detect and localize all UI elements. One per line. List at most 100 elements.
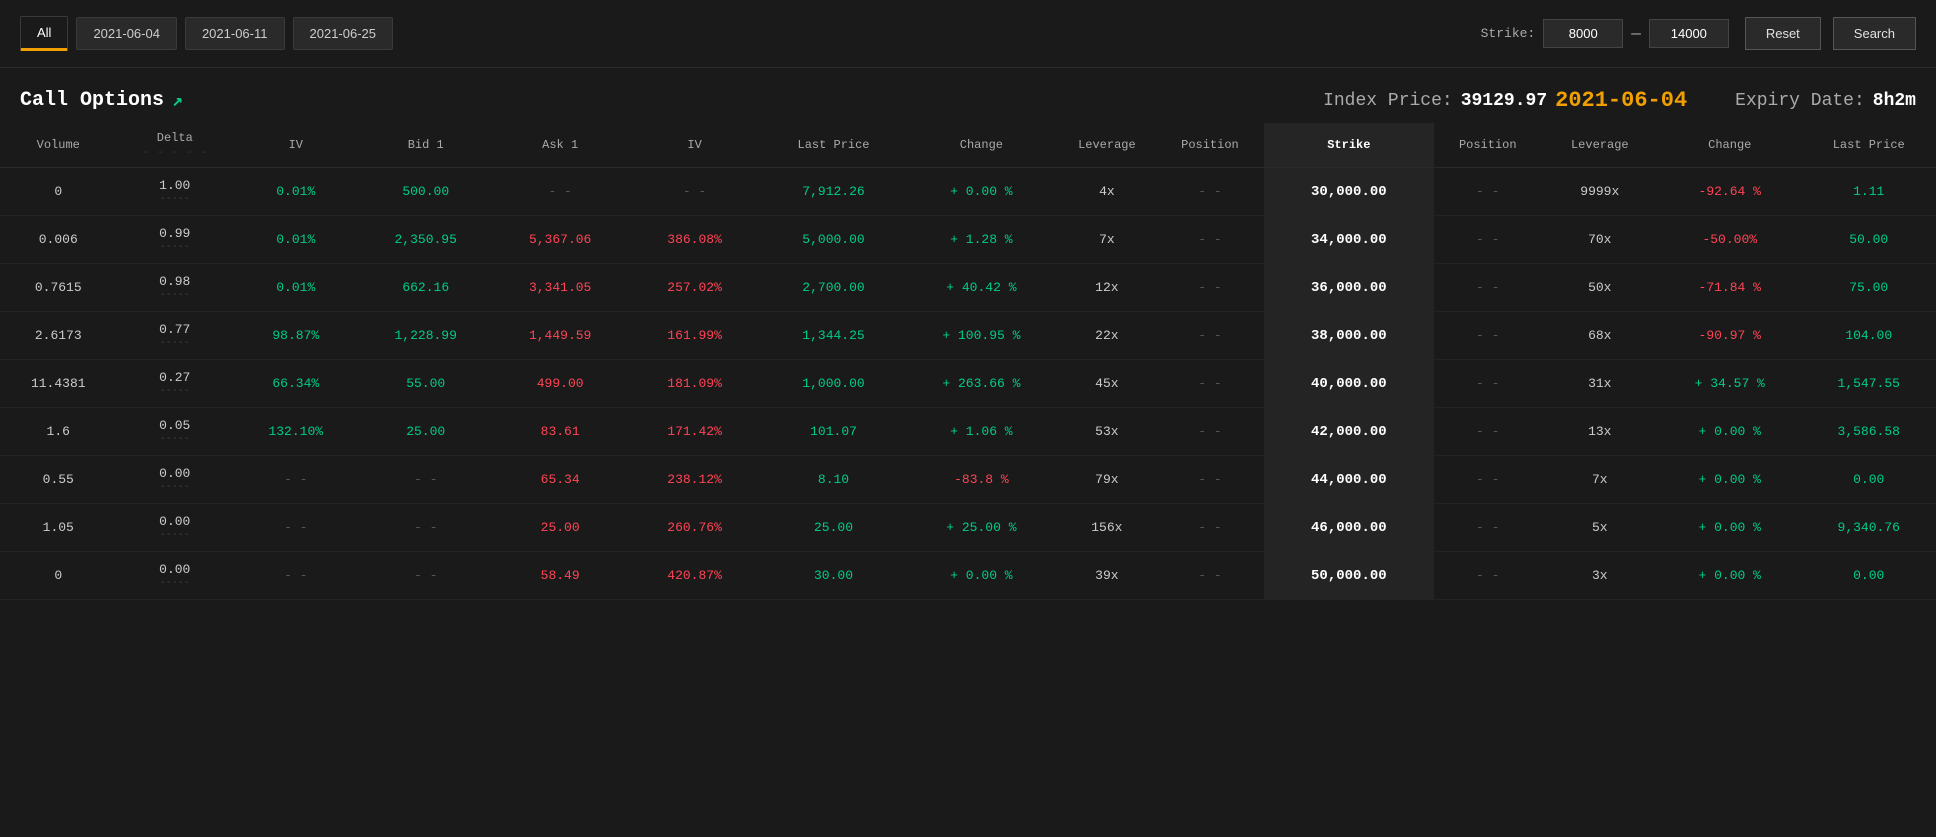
arrow-up-icon: ↗ [172, 90, 183, 112]
cell-bid1: - - [359, 456, 493, 504]
options-table: Volume Delta- - - - - IV Bid 1 Ask 1 IV … [0, 123, 1936, 600]
cell-change1: + 0.00 % [905, 168, 1057, 216]
cell-bid1: - - [359, 504, 493, 552]
cell-change2: + 0.00 % [1658, 408, 1801, 456]
cell-position2: - - [1434, 168, 1542, 216]
cell-change1: + 1.06 % [905, 408, 1057, 456]
cell-ask1: - - [493, 168, 627, 216]
cell-change1: + 263.66 % [905, 360, 1057, 408]
cell-position1: - - [1156, 168, 1264, 216]
cell-position2: - - [1434, 216, 1542, 264]
call-options-label: Call Options [20, 89, 164, 112]
cell-delta: 0.99 ----- [117, 216, 234, 264]
index-price-value: 39129.97 [1461, 91, 1547, 111]
cell-strike: 44,000.00 [1264, 456, 1434, 504]
index-price-label: Index Price: [1323, 91, 1453, 111]
cell-leverage2: 5x [1542, 504, 1659, 552]
cell-ask1: 58.49 [493, 552, 627, 600]
col-header-lastprice1: Last Price [762, 123, 905, 168]
table-row: 0 1.00 ----- 0.01% 500.00 - - - - 7,912.… [0, 168, 1936, 216]
cell-change1: + 0.00 % [905, 552, 1057, 600]
strike-max-input[interactable] [1649, 19, 1729, 48]
table-row: 0 0.00 ----- - - - - 58.49 420.87% 30.00… [0, 552, 1936, 600]
col-header-volume: Volume [0, 123, 117, 168]
cell-ask1: 499.00 [493, 360, 627, 408]
tab-date-2[interactable]: 2021-06-11 [185, 17, 285, 50]
cell-change2: + 0.00 % [1658, 552, 1801, 600]
options-header: Call Options ↗ Index Price: 39129.97 202… [0, 68, 1936, 123]
cell-position2: - - [1434, 504, 1542, 552]
cell-delta: 0.05 ----- [117, 408, 234, 456]
col-header-change2: Change [1658, 123, 1801, 168]
cell-leverage1: 22x [1058, 312, 1157, 360]
cell-iv2: 238.12% [627, 456, 761, 504]
cell-leverage2: 3x [1542, 552, 1659, 600]
cell-volume: 0.55 [0, 456, 117, 504]
cell-iv1: 66.34% [233, 360, 358, 408]
col-header-position1: Position [1156, 123, 1264, 168]
cell-bid1: - - [359, 552, 493, 600]
cell-delta: 0.00 ----- [117, 552, 234, 600]
expiry-label: Expiry Date: [1735, 91, 1865, 111]
cell-delta: 1.00 ----- [117, 168, 234, 216]
cell-position1: - - [1156, 456, 1264, 504]
cell-change2: -92.64 % [1658, 168, 1801, 216]
cell-leverage1: 7x [1058, 216, 1157, 264]
table-row: 0.7615 0.98 ----- 0.01% 662.16 3,341.05 … [0, 264, 1936, 312]
cell-lastprice2: 75.00 [1801, 264, 1936, 312]
reset-button[interactable]: Reset [1745, 17, 1821, 50]
cell-iv2: 161.99% [627, 312, 761, 360]
cell-iv2: 386.08% [627, 216, 761, 264]
cell-position2: - - [1434, 456, 1542, 504]
cell-strike: 38,000.00 [1264, 312, 1434, 360]
tab-date-3[interactable]: 2021-06-25 [293, 17, 394, 50]
col-header-lastprice2: Last Price [1801, 123, 1936, 168]
cell-change2: + 0.00 % [1658, 456, 1801, 504]
cell-strike: 36,000.00 [1264, 264, 1434, 312]
col-header-leverage2: Leverage [1542, 123, 1659, 168]
tab-all[interactable]: All [20, 16, 68, 51]
cell-delta: 0.98 ----- [117, 264, 234, 312]
top-bar: All 2021-06-04 2021-06-11 2021-06-25 Str… [0, 0, 1936, 68]
cell-bid1: 55.00 [359, 360, 493, 408]
cell-volume: 11.4381 [0, 360, 117, 408]
cell-position1: - - [1156, 408, 1264, 456]
cell-iv2: 181.09% [627, 360, 761, 408]
cell-change2: + 0.00 % [1658, 504, 1801, 552]
cell-strike: 30,000.00 [1264, 168, 1434, 216]
tab-date-1[interactable]: 2021-06-04 [76, 17, 177, 50]
cell-lastprice1: 25.00 [762, 504, 905, 552]
search-button[interactable]: Search [1833, 17, 1916, 50]
cell-lastprice2: 104.00 [1801, 312, 1936, 360]
cell-leverage2: 13x [1542, 408, 1659, 456]
col-header-leverage1: Leverage [1058, 123, 1157, 168]
cell-leverage2: 50x [1542, 264, 1659, 312]
cell-lastprice1: 1,000.00 [762, 360, 905, 408]
cell-iv1: - - [233, 504, 358, 552]
strike-min-input[interactable] [1543, 19, 1623, 48]
cell-position1: - - [1156, 312, 1264, 360]
col-header-iv2: IV [627, 123, 761, 168]
cell-iv1: 0.01% [233, 168, 358, 216]
cell-position1: - - [1156, 264, 1264, 312]
cell-bid1: 662.16 [359, 264, 493, 312]
cell-bid1: 25.00 [359, 408, 493, 456]
cell-leverage1: 79x [1058, 456, 1157, 504]
strike-label: Strike: [1481, 26, 1536, 41]
cell-iv1: 0.01% [233, 216, 358, 264]
cell-change1: + 1.28 % [905, 216, 1057, 264]
cell-ask1: 65.34 [493, 456, 627, 504]
cell-position1: - - [1156, 504, 1264, 552]
cell-delta: 0.27 ----- [117, 360, 234, 408]
table-row: 0.55 0.00 ----- - - - - 65.34 238.12% 8.… [0, 456, 1936, 504]
cell-ask1: 83.61 [493, 408, 627, 456]
strike-filter: Strike: — Reset Search [1481, 17, 1916, 50]
cell-change2: -90.97 % [1658, 312, 1801, 360]
cell-lastprice2: 1.11 [1801, 168, 1936, 216]
index-price-section: Index Price: 39129.97 2021-06-04 Expiry … [1323, 88, 1916, 113]
cell-bid1: 2,350.95 [359, 216, 493, 264]
cell-lastprice1: 5,000.00 [762, 216, 905, 264]
cell-change2: -71.84 % [1658, 264, 1801, 312]
cell-change2: -50.00% [1658, 216, 1801, 264]
cell-change2: + 34.57 % [1658, 360, 1801, 408]
